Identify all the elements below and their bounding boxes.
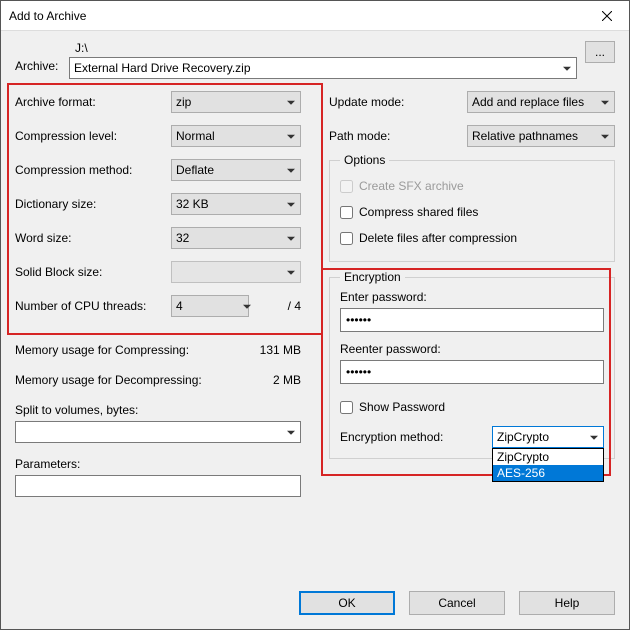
mem-decompress-value: 2 MB bbox=[241, 373, 301, 387]
encryption-option-zipcrypto[interactable]: ZipCrypto bbox=[493, 449, 603, 465]
update-mode-label: Update mode: bbox=[329, 95, 467, 109]
sfx-checkbox-row: Create SFX archive bbox=[340, 173, 604, 199]
mem-decompress-label: Memory usage for Decompressing: bbox=[15, 373, 241, 387]
cpu-threads-row: Number of CPU threads: 4 / 4 bbox=[15, 289, 301, 323]
left-column: Archive format: zip Compression level: N… bbox=[15, 85, 315, 497]
encryption-option-aes256[interactable]: AES-256 bbox=[493, 465, 603, 481]
encryption-fieldset: Encryption Enter password: Reenter passw… bbox=[329, 270, 615, 459]
solid-block-label: Solid Block size: bbox=[15, 265, 171, 279]
archive-label: Archive: bbox=[15, 41, 69, 73]
archive-format-select[interactable]: zip bbox=[171, 91, 301, 113]
delete-checkbox[interactable] bbox=[340, 232, 353, 245]
path-mode-label: Path mode: bbox=[329, 129, 467, 143]
button-bar: OK Cancel Help bbox=[299, 591, 615, 615]
update-mode-row: Update mode: Add and replace files bbox=[329, 85, 615, 119]
options-fieldset: Options Create SFX archive Compress shar… bbox=[329, 153, 615, 262]
dictionary-size-select[interactable]: 32 KB bbox=[171, 193, 301, 215]
word-size-select[interactable]: 32 bbox=[171, 227, 301, 249]
archive-row: Archive: J:\ External Hard Drive Recover… bbox=[15, 41, 615, 79]
cancel-button[interactable]: Cancel bbox=[409, 591, 505, 615]
show-password-row: Show Password bbox=[340, 394, 604, 420]
delete-checkbox-row: Delete files after compression bbox=[340, 225, 604, 251]
shared-label: Compress shared files bbox=[359, 205, 478, 219]
cpu-threads-select[interactable]: 4 bbox=[171, 295, 249, 317]
right-column: Update mode: Add and replace files Path … bbox=[315, 85, 615, 497]
solid-block-row: Solid Block size: bbox=[15, 255, 301, 289]
archive-filename-select[interactable]: External Hard Drive Recovery.zip bbox=[69, 57, 577, 79]
enter-password-label: Enter password: bbox=[340, 290, 604, 304]
dialog-content: Archive: J:\ External Hard Drive Recover… bbox=[1, 31, 629, 629]
split-volumes-label: Split to volumes, bytes: bbox=[15, 403, 301, 417]
dictionary-size-label: Dictionary size: bbox=[15, 197, 171, 211]
shared-checkbox[interactable] bbox=[340, 206, 353, 219]
compression-method-label: Compression method: bbox=[15, 163, 171, 177]
reenter-password-input[interactable] bbox=[340, 360, 604, 384]
compression-method-row: Compression method: Deflate bbox=[15, 153, 301, 187]
encryption-legend: Encryption bbox=[340, 270, 405, 284]
dictionary-size-row: Dictionary size: 32 KB bbox=[15, 187, 301, 221]
close-icon bbox=[602, 11, 612, 21]
compression-level-row: Compression level: Normal bbox=[15, 119, 301, 153]
encryption-method-label: Encryption method: bbox=[340, 430, 492, 444]
compression-method-select[interactable]: Deflate bbox=[171, 159, 301, 181]
sfx-checkbox bbox=[340, 180, 353, 193]
cancel-label: Cancel bbox=[438, 596, 475, 610]
help-button[interactable]: Help bbox=[519, 591, 615, 615]
parameters-label: Parameters: bbox=[15, 457, 301, 471]
options-legend: Options bbox=[340, 153, 389, 167]
encryption-method-select[interactable]: ZipCrypto bbox=[492, 426, 604, 448]
path-mode-select[interactable]: Relative pathnames bbox=[467, 125, 615, 147]
compression-level-select[interactable]: Normal bbox=[171, 125, 301, 147]
browse-button[interactable]: ... bbox=[585, 41, 615, 63]
help-label: Help bbox=[555, 596, 580, 610]
window-title: Add to Archive bbox=[9, 9, 86, 23]
ok-button[interactable]: OK bbox=[299, 591, 395, 615]
ellipsis-icon: ... bbox=[595, 45, 605, 59]
word-size-label: Word size: bbox=[15, 231, 171, 245]
mem-compress-row: Memory usage for Compressing: 131 MB bbox=[15, 335, 301, 365]
parameters-input[interactable] bbox=[15, 475, 301, 497]
encryption-method-row: Encryption method: ZipCrypto ZipCrypto A… bbox=[340, 426, 604, 448]
mem-compress-value: 131 MB bbox=[241, 343, 301, 357]
archive-drive: J:\ bbox=[69, 41, 577, 55]
cpu-threads-label: Number of CPU threads: bbox=[15, 299, 171, 313]
delete-label: Delete files after compression bbox=[359, 231, 517, 245]
add-to-archive-dialog: Add to Archive Archive: J:\ External Har… bbox=[0, 0, 630, 630]
sfx-label: Create SFX archive bbox=[359, 179, 464, 193]
update-mode-select[interactable]: Add and replace files bbox=[467, 91, 615, 113]
reenter-password-label: Reenter password: bbox=[340, 342, 604, 356]
mem-decompress-row: Memory usage for Decompressing: 2 MB bbox=[15, 365, 301, 395]
show-password-label: Show Password bbox=[359, 400, 445, 414]
shared-checkbox-row: Compress shared files bbox=[340, 199, 604, 225]
path-mode-row: Path mode: Relative pathnames bbox=[329, 119, 615, 153]
encryption-method-dropdown: ZipCrypto AES-256 bbox=[492, 448, 604, 482]
close-button[interactable] bbox=[585, 1, 629, 30]
compression-level-label: Compression level: bbox=[15, 129, 171, 143]
titlebar: Add to Archive bbox=[1, 1, 629, 31]
split-volumes-select[interactable] bbox=[15, 421, 301, 443]
cpu-threads-total: / 4 bbox=[257, 299, 301, 313]
ok-label: OK bbox=[338, 596, 355, 610]
word-size-row: Word size: 32 bbox=[15, 221, 301, 255]
archive-format-row: Archive format: zip bbox=[15, 85, 301, 119]
archive-format-label: Archive format: bbox=[15, 95, 171, 109]
solid-block-select bbox=[171, 261, 301, 283]
show-password-checkbox[interactable] bbox=[340, 401, 353, 414]
enter-password-input[interactable] bbox=[340, 308, 604, 332]
mem-compress-label: Memory usage for Compressing: bbox=[15, 343, 241, 357]
